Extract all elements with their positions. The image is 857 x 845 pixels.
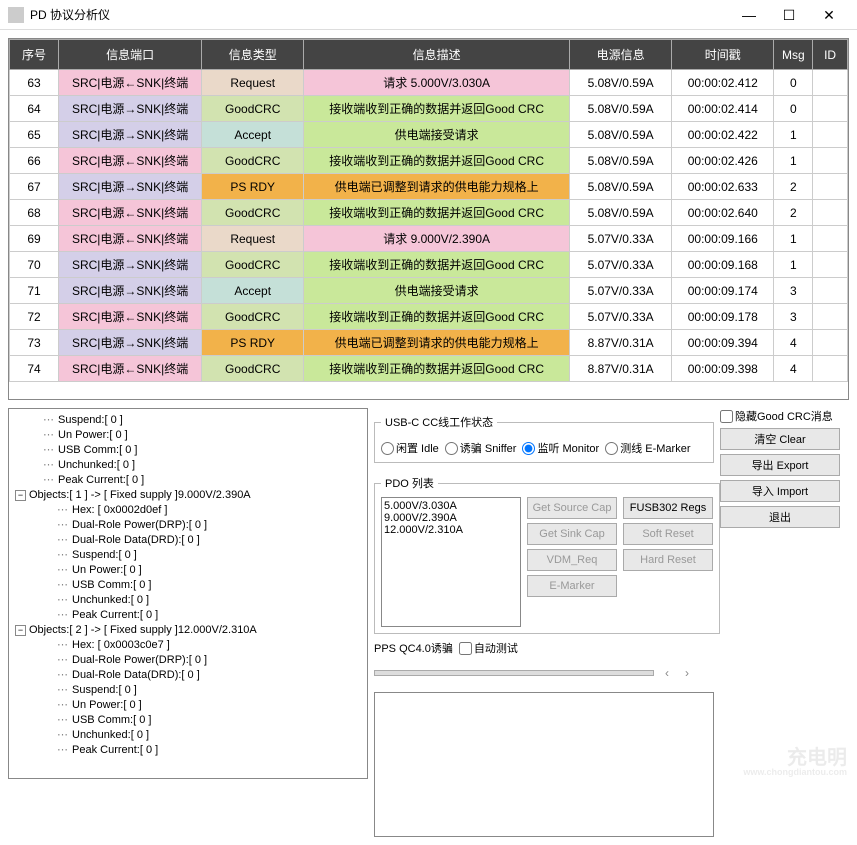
pdo-legend: PDO 列表 — [381, 475, 438, 491]
table-row[interactable]: 72SRC|电源←SNK|终端GoodCRC接收端收到正确的数据并返回Good … — [10, 304, 848, 330]
table-row[interactable]: 74SRC|电源←SNK|终端GoodCRC接收端收到正确的数据并返回Good … — [10, 356, 848, 382]
tree-node[interactable]: Unchunked:[ 0 ] — [13, 728, 363, 743]
side-button[interactable]: 导入 Import — [720, 480, 840, 502]
side-button[interactable]: 导出 Export — [720, 454, 840, 476]
tree-node[interactable]: Peak Current:[ 0 ] — [13, 608, 363, 623]
tree-node[interactable]: Dual-Role Data(DRD):[ 0 ] — [13, 668, 363, 683]
tree-node[interactable]: Un Power:[ 0 ] — [13, 563, 363, 578]
tree-node[interactable]: Hex: [ 0x0003c0e7 ] — [13, 638, 363, 653]
side-button[interactable]: 清空 Clear — [720, 428, 840, 450]
table-row[interactable]: 63SRC|电源←SNK|终端Request请求 5.000V/3.030A5.… — [10, 70, 848, 96]
tree-node[interactable]: Unchunked:[ 0 ] — [13, 458, 363, 473]
expand-icon[interactable]: − — [15, 490, 26, 501]
col-header[interactable]: 信息端口 — [59, 40, 202, 70]
pdo-item[interactable]: 12.000V/2.310A — [384, 524, 518, 536]
table-row[interactable]: 73SRC|电源→SNK|终端PS RDY供电端已调整到请求的供电能力规格上8.… — [10, 330, 848, 356]
table-row[interactable]: 68SRC|电源←SNK|终端GoodCRC接收端收到正确的数据并返回Good … — [10, 200, 848, 226]
table-row[interactable]: 64SRC|电源→SNK|终端GoodCRC接收端收到正确的数据并返回Good … — [10, 96, 848, 122]
pdo-item[interactable]: 5.000V/3.030A — [384, 500, 518, 512]
pps-row: PPS QC4.0诱骗 自动测试 — [374, 640, 714, 656]
tree-node[interactable]: Un Power:[ 0 ] — [13, 698, 363, 713]
table-row[interactable]: 71SRC|电源→SNK|终端Accept供电端接受请求5.07V/0.33A0… — [10, 278, 848, 304]
app-icon — [8, 7, 24, 23]
tree-node[interactable]: Suspend:[ 0 ] — [13, 413, 363, 428]
pdo-item[interactable]: 9.000V/2.390A — [384, 512, 518, 524]
tree-node[interactable]: Dual-Role Power(DRP):[ 0 ] — [13, 518, 363, 533]
action-button[interactable]: Get Source Cap — [527, 497, 617, 519]
cc-status-group: USB-C CC线工作状态 闲置 Idle 诱骗 Sniffer 监听 Monito… — [374, 414, 714, 463]
mode-radio[interactable]: 诱骗 Sniffer — [445, 440, 517, 456]
table-row[interactable]: 70SRC|电源→SNK|终端GoodCRC接收端收到正确的数据并返回Good … — [10, 252, 848, 278]
pdo-group: PDO 列表 5.000V/3.030A9.000V/2.390A12.000V… — [374, 475, 720, 634]
tree-node[interactable]: Un Power:[ 0 ] — [13, 428, 363, 443]
action-button[interactable]: E-Marker — [527, 575, 617, 597]
mode-radio[interactable]: 测线 E-Marker — [605, 440, 690, 456]
tree-node[interactable]: USB Comm:[ 0 ] — [13, 443, 363, 458]
tree-node[interactable]: USB Comm:[ 0 ] — [13, 713, 363, 728]
tree-node[interactable]: Suspend:[ 0 ] — [13, 548, 363, 563]
action-button[interactable]: Hard Reset — [623, 549, 713, 571]
window-title: PD 协议分析仪 — [30, 6, 729, 23]
slider-track[interactable] — [374, 670, 654, 676]
col-header[interactable]: Msg — [774, 40, 813, 70]
tree-node[interactable]: Suspend:[ 0 ] — [13, 683, 363, 698]
slider-right-icon[interactable]: › — [680, 666, 694, 680]
tree-node[interactable]: USB Comm:[ 0 ] — [13, 578, 363, 593]
mode-radio[interactable]: 闲置 Idle — [381, 440, 439, 456]
col-header[interactable]: ID — [813, 40, 848, 70]
maximize-button[interactable]: ☐ — [769, 0, 809, 30]
hide-goodcrc-checkbox[interactable]: 隐藏Good CRC消息 — [720, 408, 840, 424]
pdo-list[interactable]: 5.000V/3.030A9.000V/2.390A12.000V/2.310A — [381, 497, 521, 627]
mode-radio[interactable]: 监听 Monitor — [522, 440, 599, 456]
close-button[interactable]: ✕ — [809, 0, 849, 30]
action-button[interactable]: Soft Reset — [623, 523, 713, 545]
col-header[interactable]: 时间戳 — [672, 40, 774, 70]
table-row[interactable]: 65SRC|电源→SNK|终端Accept供电端接受请求5.08V/0.59A0… — [10, 122, 848, 148]
tree-node[interactable]: Dual-Role Power(DRP):[ 0 ] — [13, 653, 363, 668]
expand-icon[interactable]: − — [15, 625, 26, 636]
log-output[interactable] — [374, 692, 714, 837]
tree-node[interactable]: Unchunked:[ 0 ] — [13, 593, 363, 608]
col-header[interactable]: 序号 — [10, 40, 59, 70]
autotest-checkbox[interactable]: 自动测试 — [459, 640, 518, 656]
tree-node[interactable]: −Objects:[ 1 ] -> [ Fixed supply ]9.000V… — [13, 488, 363, 503]
tree-panel[interactable]: Suspend:[ 0 ]Un Power:[ 0 ]USB Comm:[ 0 … — [8, 408, 368, 779]
message-table[interactable]: 序号信息端口信息类型信息描述电源信息时间戳MsgID 63SRC|电源←SNK|… — [8, 38, 849, 400]
tree-node[interactable]: Peak Current:[ 0 ] — [13, 743, 363, 758]
table-row[interactable]: 66SRC|电源←SNK|终端GoodCRC接收端收到正确的数据并返回Good … — [10, 148, 848, 174]
tree-node[interactable]: Hex: [ 0x0002d0ef ] — [13, 503, 363, 518]
col-header[interactable]: 信息类型 — [202, 40, 304, 70]
table-row[interactable]: 67SRC|电源→SNK|终端PS RDY供电端已调整到请求的供电能力规格上5.… — [10, 174, 848, 200]
tree-node[interactable]: −Objects:[ 2 ] -> [ Fixed supply ]12.000… — [13, 623, 363, 638]
pps-label: PPS QC4.0诱骗 — [374, 640, 453, 656]
action-button[interactable]: VDM_Req — [527, 549, 617, 571]
slider-left-icon[interactable]: ‹ — [660, 666, 674, 680]
minimize-button[interactable]: — — [729, 0, 769, 30]
tree-node[interactable]: Dual-Role Data(DRD):[ 0 ] — [13, 533, 363, 548]
side-button[interactable]: 退出 — [720, 506, 840, 528]
table-row[interactable]: 69SRC|电源←SNK|终端Request请求 9.000V/2.390A5.… — [10, 226, 848, 252]
pps-slider[interactable]: ‹ › — [374, 666, 694, 680]
col-header[interactable]: 信息描述 — [304, 40, 570, 70]
col-header[interactable]: 电源信息 — [570, 40, 672, 70]
action-button[interactable]: FUSB302 Regs — [623, 497, 713, 519]
action-button[interactable]: Get Sink Cap — [527, 523, 617, 545]
cc-legend: USB-C CC线工作状态 — [381, 414, 497, 430]
tree-node[interactable]: Peak Current:[ 0 ] — [13, 473, 363, 488]
titlebar: PD 协议分析仪 — ☐ ✕ — [0, 0, 857, 30]
